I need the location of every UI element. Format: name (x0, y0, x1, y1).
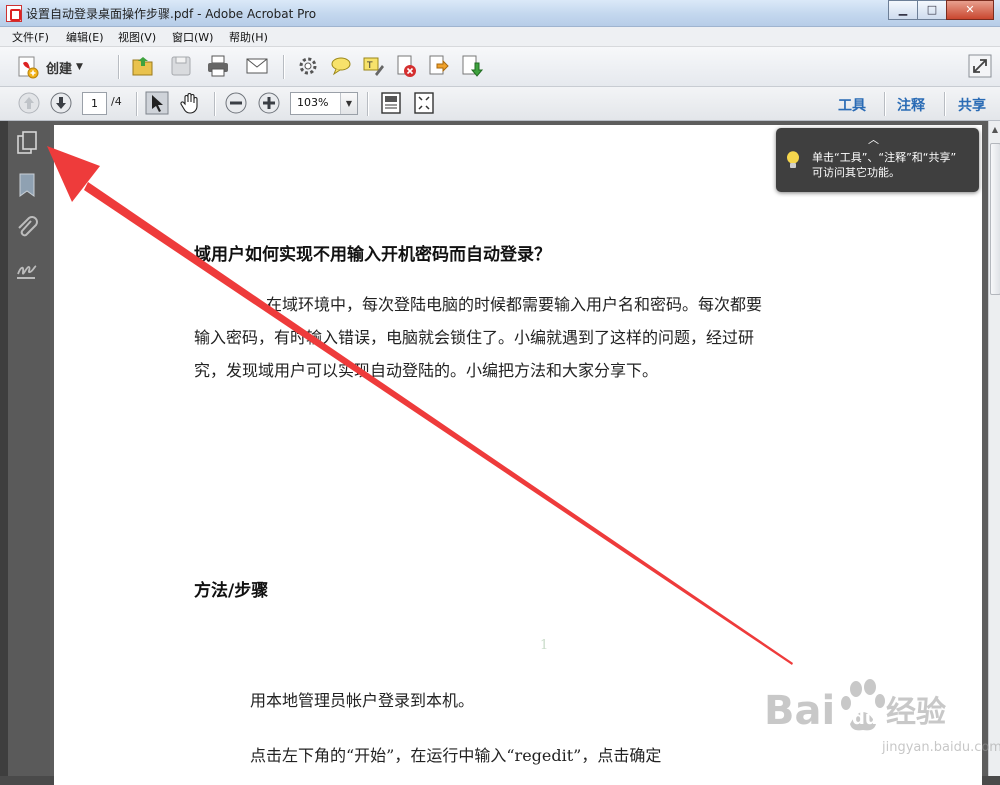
acrobat-app-icon (6, 5, 22, 22)
zoom-in-icon[interactable] (257, 91, 281, 115)
feature-tooltip: ︿ 单击“工具”、“注释”和“共享” 可访问其它功能。 (776, 128, 979, 192)
title-bar: 设置自动登录桌面操作步骤.pdf - Adobe Acrobat Pro ▁ □… (0, 0, 1000, 27)
step-line: 用本地管理员帐户登录到本机。 (250, 691, 475, 710)
fit-page-icon[interactable] (379, 91, 403, 115)
attachments-icon[interactable] (14, 215, 40, 241)
zoom-select[interactable]: 103% ▼ (290, 92, 358, 115)
page-number-input[interactable]: 1 (82, 92, 107, 115)
zoom-out-icon[interactable] (224, 91, 248, 115)
highlight-icon[interactable]: T (361, 54, 385, 78)
select-tool-icon[interactable] (145, 91, 169, 115)
next-page-icon[interactable] (49, 91, 73, 115)
vertical-scrollbar[interactable]: ▲ (988, 121, 1000, 776)
baidu-paw-icon: Bai du 经验 (764, 679, 946, 734)
export-icon[interactable] (426, 54, 450, 78)
print-icon[interactable] (206, 54, 230, 78)
share-link[interactable]: 共享 (958, 95, 986, 115)
save-icon[interactable] (169, 54, 193, 78)
pane-edge (0, 121, 8, 776)
signatures-icon[interactable] (14, 258, 40, 284)
close-button[interactable]: ✕ (946, 0, 994, 20)
panel-links: 工具 注释 共享 (830, 87, 1000, 120)
delete-page-icon[interactable] (394, 54, 418, 78)
watermark-cn: 经验 (886, 695, 946, 730)
full-screen-icon[interactable] (412, 91, 436, 115)
maximize-button[interactable]: □ (917, 0, 947, 20)
page-total: /4 (111, 95, 122, 108)
minimize-button[interactable]: ▁ (888, 0, 918, 20)
scroll-thumb[interactable] (990, 143, 1000, 295)
email-icon[interactable] (245, 54, 269, 78)
main-toolbar: 创建 ▼ T (0, 47, 1000, 87)
comment-link[interactable]: 注释 (897, 95, 925, 115)
watermark-brand: Bai (764, 688, 835, 734)
menu-file[interactable]: 文件(F) (12, 29, 49, 45)
create-button[interactable]: 创建 ▼ (16, 54, 83, 80)
scroll-up-icon[interactable]: ▲ (990, 125, 1000, 135)
toolbar-divider (283, 55, 285, 79)
menu-help[interactable]: 帮助(H) (229, 29, 268, 45)
toolbar-divider (944, 92, 946, 116)
menu-window[interactable]: 窗口(W) (172, 29, 213, 45)
menu-edit[interactable]: 编辑(E) (66, 29, 104, 45)
create-label: 创建 (46, 61, 73, 77)
zoom-value: 103% (297, 96, 329, 109)
step-line: 点击左下角的“开始”，在运行中输入“regedit”，点击确定 (250, 746, 662, 765)
watermark-brand-du: du (852, 708, 878, 729)
page-thumbnails-icon[interactable] (14, 130, 40, 156)
toolbar-divider (367, 92, 369, 116)
attach-file-icon[interactable] (459, 54, 483, 78)
window-controls: ▁ □ ✕ (888, 0, 994, 20)
bookmarks-icon[interactable] (14, 172, 40, 198)
watermark-url: jingyan.baidu.com (882, 740, 1000, 755)
toolbar-divider (118, 55, 120, 79)
menu-view[interactable]: 视图(V) (118, 29, 156, 45)
create-pdf-icon (18, 56, 39, 79)
section-heading: 方法/步骤 (194, 581, 269, 601)
tools-link[interactable]: 工具 (838, 95, 866, 115)
menu-bar: 文件(F) 编辑(E) 视图(V) 窗口(W) 帮助(H) (0, 27, 1000, 47)
chevron-down-icon[interactable]: ▼ (340, 93, 357, 114)
navigation-pane (0, 121, 50, 776)
comment-icon[interactable] (329, 54, 353, 78)
window-title: 设置自动登录桌面操作步骤.pdf - Adobe Acrobat Pro (26, 7, 317, 21)
hand-tool-icon[interactable] (178, 91, 202, 115)
paragraph-line: 输入密码，有时输入错误，电脑就会锁住了。小编就遇到了这样的问题，经过研 (194, 328, 755, 347)
open-icon[interactable] (131, 54, 155, 78)
tooltip-line-1: 单击“工具”、“注释”和“共享” (812, 151, 957, 164)
toolbar-divider (884, 92, 886, 116)
lightbulb-icon (787, 151, 799, 168)
chevron-up-icon[interactable]: ︿ (868, 131, 879, 147)
baidu-watermark: Bai du 经验 jingyan.baidu.com (762, 666, 1000, 770)
paragraph-line: 在域环境中，每次登陆电脑的时候都需要输入用户名和密码。每次都要 (266, 295, 763, 314)
document-heading: 域用户如何实现不用输入开机密码而自动登录？ (194, 245, 551, 265)
settings-icon[interactable] (296, 54, 320, 78)
svg-text:T: T (366, 61, 373, 71)
paragraph-line: 究，发现域用户可以实现自动登陆的。小编把方法和大家分享下。 (194, 361, 659, 380)
toolbar-divider (136, 92, 138, 116)
expand-icon[interactable] (968, 54, 992, 78)
step-number: 1 (540, 638, 549, 653)
tooltip-line-2: 可访问其它功能。 (812, 166, 900, 179)
previous-page-icon[interactable] (17, 91, 41, 115)
chevron-down-icon: ▼ (76, 62, 83, 72)
toolbar-divider (214, 92, 216, 116)
